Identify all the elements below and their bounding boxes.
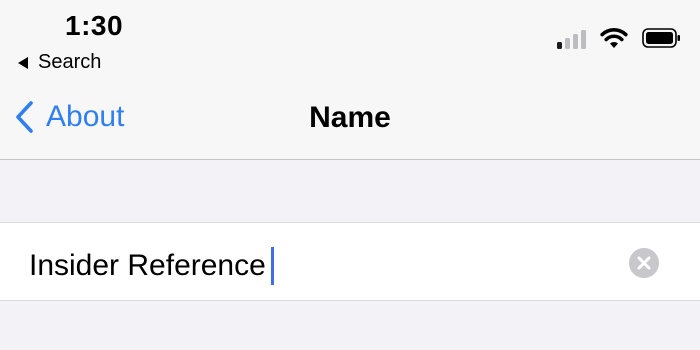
page-title: Name bbox=[309, 101, 391, 134]
name-input[interactable]: Insider Reference bbox=[29, 247, 274, 285]
name-input-value: Insider Reference bbox=[29, 249, 266, 282]
status-icons bbox=[557, 27, 682, 49]
wifi-icon bbox=[600, 28, 628, 48]
back-to-app-label: Search bbox=[38, 51, 102, 73]
top-bar: 1:30 Search About Name bbox=[0, 0, 700, 160]
battery-icon bbox=[642, 28, 680, 48]
back-triangle-icon bbox=[18, 56, 28, 69]
name-field-row: Insider Reference bbox=[0, 222, 700, 301]
clear-text-button[interactable] bbox=[629, 248, 659, 278]
status-time: 1:30 bbox=[65, 10, 124, 41]
back-to-app-button[interactable]: Search bbox=[18, 51, 101, 74]
cellular-signal-icon bbox=[557, 27, 586, 49]
text-caret bbox=[270, 247, 274, 285]
clear-x-icon bbox=[637, 256, 651, 270]
